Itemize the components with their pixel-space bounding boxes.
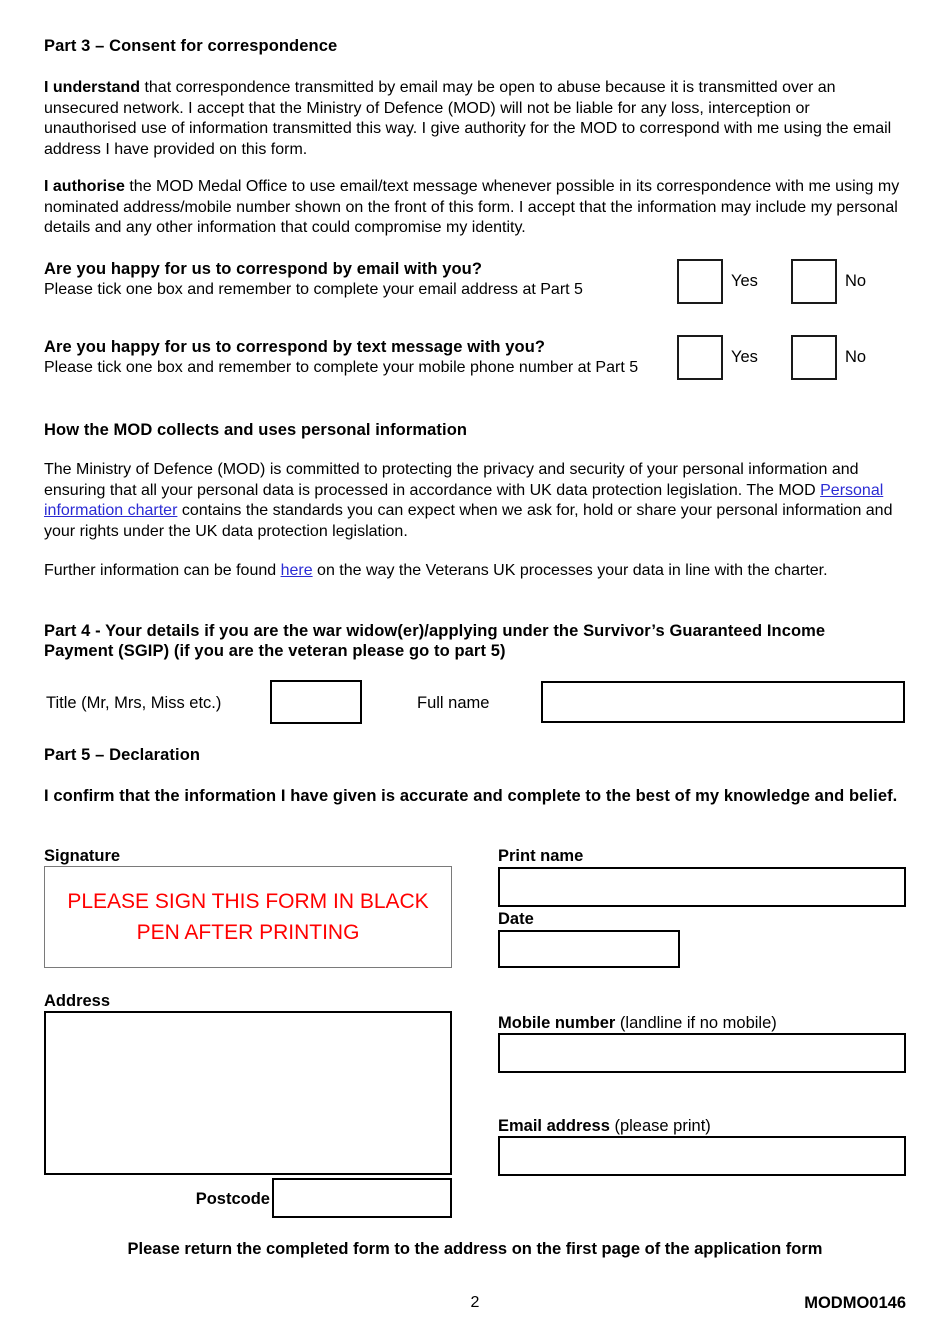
- fullname-input[interactable]: [541, 681, 905, 723]
- email-consent-question: Are you happy for us to correspond by em…: [44, 260, 483, 278]
- privacy-paragraph-2-part-b: on the way the Veterans UK processes you…: [312, 562, 828, 579]
- privacy-heading: How the MOD collects and uses personal i…: [44, 421, 468, 439]
- part3-paragraph-1-lead: I understand: [44, 79, 141, 96]
- further-information-here-link[interactable]: here: [281, 562, 313, 579]
- email-consent-yes-checkbox[interactable]: [677, 259, 723, 304]
- print-name-input[interactable]: [498, 867, 906, 907]
- part5-confirm-text: I confirm that the information I have gi…: [44, 787, 898, 805]
- mobile-number-label-hint: (landline if no mobile): [615, 1014, 777, 1032]
- part3-paragraph-1-body: that correspondence transmitted by email…: [44, 79, 892, 158]
- title-field-label: Title (Mr, Mrs, Miss etc.): [46, 694, 222, 712]
- email-consent-no-checkbox[interactable]: [791, 259, 837, 304]
- mobile-number-label-bold: Mobile number: [498, 1014, 616, 1032]
- text-consent-no-label: No: [845, 348, 867, 366]
- text-consent-instruction: Please tick one box and remember to comp…: [44, 359, 639, 376]
- part3-heading: Part 3 – Consent for correspondence: [44, 37, 338, 55]
- fullname-field-label: Full name: [417, 694, 490, 712]
- address-label: Address: [44, 992, 111, 1010]
- part3-paragraph-2-lead: I authorise: [44, 178, 125, 195]
- email-consent-instruction: Please tick one box and remember to comp…: [44, 281, 583, 298]
- signature-notice-line-2: PEN AFTER PRINTING: [136, 921, 360, 944]
- form-page: Part 3 – Consent for correspondence I un…: [0, 0, 950, 1342]
- email-address-label: Email address (please print): [498, 1116, 711, 1136]
- part5-heading: Part 5 – Declaration: [44, 746, 201, 764]
- privacy-paragraph-2-part-a: Further information can be found: [44, 562, 281, 579]
- text-consent-question: Are you happy for us to correspond by te…: [44, 338, 546, 356]
- part3-paragraph-1: I understand that correspondence transmi…: [44, 78, 906, 160]
- email-consent-yes-label: Yes: [731, 272, 758, 290]
- mobile-number-input[interactable]: [498, 1033, 906, 1073]
- signature-notice: PLEASE SIGN THIS FORM IN BLACK PEN AFTER…: [59, 886, 436, 948]
- title-input[interactable]: [270, 680, 362, 724]
- text-consent-yes-checkbox[interactable]: [677, 335, 723, 380]
- form-code: MODMO0146: [804, 1294, 906, 1312]
- email-consent-no-label: No: [845, 272, 867, 290]
- address-input[interactable]: [44, 1011, 452, 1175]
- part3-paragraph-2-body: the MOD Medal Office to use email/text m…: [44, 178, 900, 236]
- privacy-paragraph-2: Further information can be found here on…: [44, 561, 906, 582]
- email-address-label-hint: (please print): [609, 1117, 711, 1135]
- part4-heading: Part 4 - Your details if you are the war…: [44, 622, 826, 660]
- mobile-number-label: Mobile number (landline if no mobile): [498, 1013, 777, 1033]
- privacy-paragraph-1: The Ministry of Defence (MOD) is committ…: [44, 460, 906, 542]
- signature-notice-line-1: PLEASE SIGN THIS FORM IN BLACK: [67, 890, 429, 913]
- email-address-label-bold: Email address: [498, 1117, 610, 1135]
- signature-field[interactable]: PLEASE SIGN THIS FORM IN BLACK PEN AFTER…: [44, 866, 452, 968]
- print-name-label: Print name: [498, 847, 584, 865]
- date-label: Date: [498, 910, 534, 928]
- part3-paragraph-2: I authorise the MOD Medal Office to use …: [44, 177, 906, 239]
- return-instruction: Please return the completed form to the …: [127, 1240, 823, 1258]
- date-input[interactable]: [498, 930, 680, 968]
- postcode-input[interactable]: [272, 1178, 452, 1218]
- postcode-label: Postcode: [195, 1190, 270, 1208]
- email-address-input[interactable]: [498, 1136, 906, 1176]
- text-consent-no-checkbox[interactable]: [791, 335, 837, 380]
- text-consent-yes-label: Yes: [731, 348, 758, 366]
- privacy-paragraph-1-part-a: The Ministry of Defence (MOD) is committ…: [44, 461, 859, 499]
- signature-label: Signature: [44, 847, 121, 865]
